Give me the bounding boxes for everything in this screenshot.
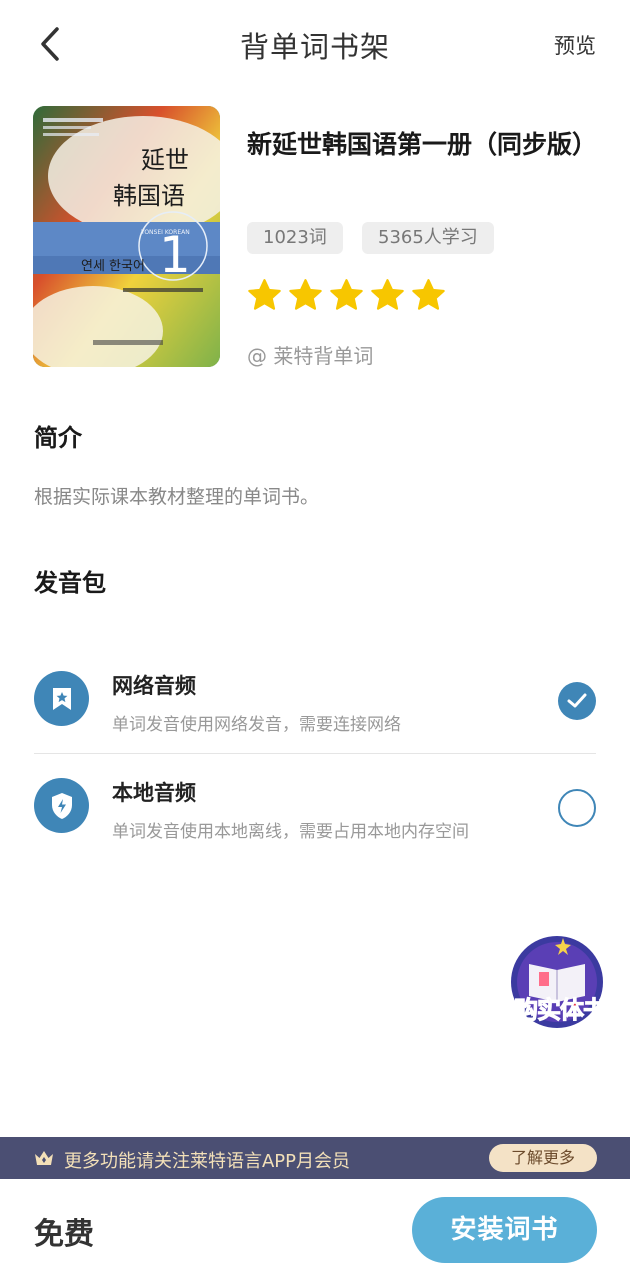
radio-unchecked[interactable] [558, 789, 596, 827]
audio-option-desc: 单词发音使用本地离线，需要占用本地内存空间 [112, 822, 469, 842]
buy-physical-book-label: 购实体书 [514, 996, 608, 1025]
star-icon [371, 279, 404, 310]
audio-option-local[interactable]: 本地音频 单词发音使用本地离线，需要占用本地内存空间 [34, 755, 596, 855]
learners-count-badge: 5365人学习 [362, 222, 494, 254]
star-icon [248, 279, 281, 310]
top-bar: 背单词书架 预览 [0, 0, 630, 88]
book-cover-image: 延世 韩国语 YONSEI KOREAN 1 연세 한국어 [33, 106, 220, 367]
checkmark-icon [567, 693, 587, 708]
book-title: 新延世韩国语第一册（同步版） [247, 130, 598, 159]
install-book-button[interactable]: 安装词书 [412, 1197, 597, 1263]
divider [34, 753, 596, 754]
learn-more-button[interactable]: 了解更多 [489, 1144, 597, 1172]
star-icon [330, 279, 363, 310]
member-promo-text: 更多功能请关注莱特语言APP月会员 [64, 1151, 351, 1172]
intro-text: 根据实际课本教材整理的单词书。 [34, 486, 320, 508]
buy-physical-book-button[interactable]: 购实体书 [505, 930, 615, 1030]
audio-option-desc: 单词发音使用网络发音，需要连接网络 [112, 715, 401, 735]
intro-heading: 简介 [34, 424, 82, 452]
audio-option-name: 网络音频 [112, 674, 196, 698]
member-promo-bar[interactable]: 更多功能请关注莱特语言APP月会员 了解更多 [0, 1137, 630, 1179]
word-count-badge: 1023词 [247, 222, 343, 254]
audio-pack-heading: 发音包 [34, 569, 106, 597]
rating-stars [247, 278, 446, 313]
bookmark-icon [34, 671, 89, 726]
preview-button[interactable]: 预览 [554, 30, 596, 60]
cover-korean-title: 연세 한국어 [81, 259, 145, 274]
audio-option-network[interactable]: 网络音频 单词发音使用网络发音，需要连接网络 [34, 648, 596, 748]
price-label: 免费 [34, 1217, 94, 1252]
shield-bolt-icon [34, 778, 89, 833]
crown-icon [35, 1151, 53, 1165]
star-icon [412, 279, 445, 310]
bottom-action-bar: 免费 安装词书 [0, 1179, 630, 1280]
page-title: 背单词书架 [239, 30, 390, 64]
publisher-label: @ 莱特背单词 [247, 344, 374, 368]
star-icon [289, 279, 322, 310]
audio-option-name: 本地音频 [112, 781, 196, 805]
cover-title-line1: 延世 [141, 146, 189, 174]
radio-checked[interactable] [558, 682, 596, 720]
cover-volume-number: 1 [159, 226, 191, 284]
cover-title-line2: 韩国语 [113, 182, 185, 210]
